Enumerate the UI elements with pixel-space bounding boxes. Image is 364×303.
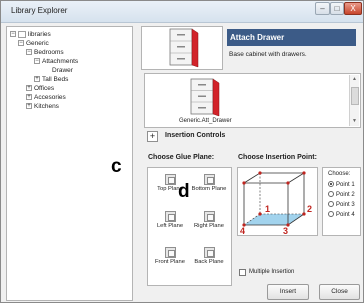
gallery-scrollbar[interactable]: ▲ ▼ xyxy=(349,75,359,126)
tree-item-label: Offices xyxy=(34,85,55,92)
tree-item-bedrooms[interactable]: − Bedrooms xyxy=(26,48,64,57)
cube-diagram: 1 2 3 4 xyxy=(240,171,312,236)
cube-point-label: 2 xyxy=(307,204,312,214)
back-plane-icon xyxy=(203,247,215,258)
glue-option-front-plane[interactable]: Front Plane xyxy=(151,247,189,266)
tree-item-label: libraries xyxy=(28,31,51,38)
item-description: Base cabinet with drawers. xyxy=(229,51,307,58)
glue-option-label: Right Plane xyxy=(194,223,224,229)
radio-point-1[interactable]: Point 1 xyxy=(328,181,355,189)
tree-item-label: Tall Beds xyxy=(42,76,69,83)
right-plane-icon xyxy=(203,211,215,222)
cube-point-label: 1 xyxy=(265,204,270,214)
annotation-letter-d: d xyxy=(178,181,190,202)
tree-item-label: Accesories xyxy=(34,94,66,101)
radio-point-3[interactable]: Point 3 xyxy=(328,201,355,209)
collapse-icon[interactable]: − xyxy=(26,49,32,56)
expand-insertion-controls-button[interactable]: + xyxy=(147,131,158,142)
radio-label: Point 1 xyxy=(336,182,355,188)
annotation-letter-c: c xyxy=(111,156,122,177)
drawer-cabinet-icon xyxy=(169,28,199,68)
expand-icon[interactable]: + xyxy=(26,94,32,101)
glue-option-label: Left Plane xyxy=(156,223,184,229)
tree-item-kitchens[interactable]: + Kitchens xyxy=(26,102,59,111)
collapse-icon[interactable]: − xyxy=(10,31,16,38)
multiple-insertion-label: Multiple Insertion xyxy=(249,269,295,275)
glue-option-back-plane[interactable]: Back Plane xyxy=(190,247,228,266)
cube-point-label: 3 xyxy=(283,226,288,235)
drawer-cabinet-icon[interactable] xyxy=(185,77,225,117)
front-plane-icon xyxy=(164,247,176,258)
choose-label: Choose: xyxy=(328,171,351,177)
expand-icon[interactable]: + xyxy=(34,76,40,83)
minimize-button[interactable]: – xyxy=(315,2,330,15)
radio-icon[interactable] xyxy=(328,191,334,198)
collapse-icon[interactable]: − xyxy=(34,58,40,65)
tree-item-offices[interactable]: + Offices xyxy=(26,84,54,93)
scrollbar-thumb[interactable] xyxy=(351,87,359,105)
expand-icon[interactable]: + xyxy=(26,103,32,110)
radio-point-4[interactable]: Point 4 xyxy=(328,211,355,219)
glue-option-right-plane[interactable]: Right Plane xyxy=(190,211,228,230)
tree-item-generic[interactable]: − Generic xyxy=(18,39,49,48)
tree-item-drawer[interactable]: Drawer xyxy=(52,66,73,75)
close-window-button[interactable]: X xyxy=(344,2,362,15)
tree-item-label: Kitchens xyxy=(34,103,59,110)
expand-icon[interactable]: + xyxy=(26,85,32,92)
insertion-point-choices: Choose: Point 1 Point 2 Point 3 Point 4 xyxy=(322,167,361,236)
folder-icon xyxy=(18,30,26,38)
item-thumbnail xyxy=(141,26,223,70)
item-title: Attach Drawer xyxy=(227,29,356,46)
insertion-controls-label: Insertion Controls xyxy=(165,132,226,139)
close-button[interactable]: Close xyxy=(319,284,360,300)
scroll-down-icon[interactable]: ▼ xyxy=(351,118,358,125)
radio-icon[interactable] xyxy=(328,201,334,208)
gallery-item-caption[interactable]: Generic.Att_Drawer xyxy=(179,118,232,124)
insertion-point-title: Choose Insertion Point: xyxy=(238,154,317,161)
tree-item-tall-beds[interactable]: + Tall Beds xyxy=(34,75,68,84)
glue-option-label: Bottom Plane xyxy=(191,186,227,192)
tree-item-accesories[interactable]: + Accesories xyxy=(26,93,66,102)
glue-option-label: Back Plane xyxy=(194,259,224,265)
top-plane-icon xyxy=(164,174,176,185)
radio-icon[interactable] xyxy=(328,211,334,218)
tree-item-attachments[interactable]: − Attachments xyxy=(34,57,78,66)
insertion-point-diagram: 1 2 3 4 xyxy=(237,167,318,236)
scroll-up-icon[interactable]: ▲ xyxy=(351,76,358,83)
left-plane-icon xyxy=(164,211,176,222)
glue-option-bottom-plane[interactable]: Bottom Plane xyxy=(190,174,228,193)
maximize-button[interactable]: □ xyxy=(330,2,344,15)
tree-item-label: Bedrooms xyxy=(34,49,64,56)
radio-point-2[interactable]: Point 2 xyxy=(328,191,355,199)
item-gallery[interactable]: Generic.Att_Drawer ▲ ▼ xyxy=(144,73,361,128)
collapse-icon[interactable]: − xyxy=(18,40,24,47)
radio-selected-icon[interactable] xyxy=(328,181,334,188)
tree-item-label: Attachments xyxy=(42,58,79,65)
tree-item-label: Generic xyxy=(26,40,49,47)
glue-option-left-plane[interactable]: Left Plane xyxy=(151,211,189,230)
insert-button[interactable]: Insert xyxy=(267,284,309,300)
bottom-plane-icon xyxy=(203,174,215,185)
tree-item-libraries[interactable]: − libraries xyxy=(10,30,51,39)
tree-item-label: Drawer xyxy=(52,67,73,74)
radio-label: Point 4 xyxy=(336,212,355,218)
library-explorer-window: Library Explorer – □ X − libraries − Gener… xyxy=(0,0,364,303)
title-bar[interactable]: Library Explorer – □ X xyxy=(1,1,363,23)
glue-plane-title: Choose Glue Plane: xyxy=(148,154,215,161)
radio-label: Point 3 xyxy=(336,202,355,208)
radio-label: Point 2 xyxy=(336,192,355,198)
glue-option-label: Front Plane xyxy=(155,259,185,265)
cube-point-label: 4 xyxy=(240,226,245,235)
window-title: Library Explorer xyxy=(11,6,68,15)
multiple-insertion-checkbox[interactable] xyxy=(239,269,246,276)
